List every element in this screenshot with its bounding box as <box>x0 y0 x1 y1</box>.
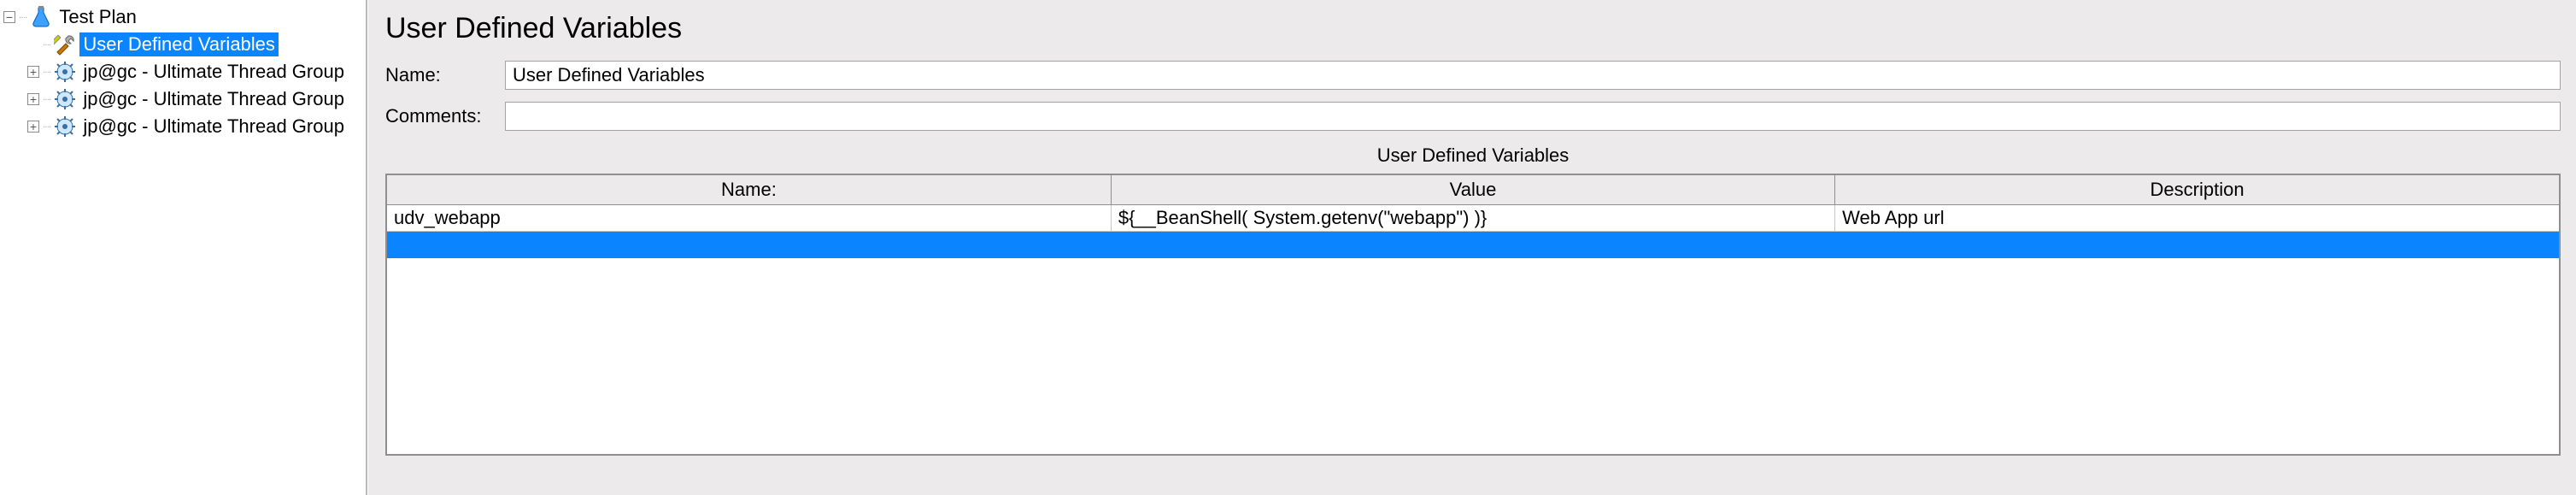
table-row[interactable]: udv_webapp${__BeanShell( System.getenv("… <box>387 204 2559 231</box>
collapse-icon[interactable]: − <box>3 11 15 23</box>
table-row-selected-empty[interactable] <box>387 231 2559 257</box>
name-input[interactable] <box>505 61 2561 90</box>
tree-root-row[interactable]: − ···· Test Plan <box>0 3 366 31</box>
tree-item-0[interactable]: ···· User Defined Variables <box>0 31 366 58</box>
tree-item-label: jp@gc - Ultimate Thread Group <box>79 60 348 84</box>
col-header-value[interactable]: Value <box>1111 175 1834 204</box>
gear-icon <box>54 115 76 138</box>
cell-empty[interactable] <box>1835 231 2559 257</box>
cell-desc[interactable]: Web App url <box>1835 204 2559 231</box>
page-title: User Defined Variables <box>385 12 2561 45</box>
main-panel: User Defined Variables Name: Comments: U… <box>367 0 2576 495</box>
variables-table[interactable]: Name: Value Description udv_webapp${__Be… <box>387 175 2559 258</box>
tree-connector: ···· <box>43 95 50 104</box>
variables-table-container: Name: Value Description udv_webapp${__Be… <box>385 174 2561 456</box>
section-caption: User Defined Variables <box>385 144 2561 167</box>
tree-item-label: jp@gc - Ultimate Thread Group <box>79 115 348 138</box>
comments-label: Comments: <box>385 105 505 127</box>
table-header-row: Name: Value Description <box>387 175 2559 204</box>
col-header-desc[interactable]: Description <box>1835 175 2559 204</box>
tree-panel: − ···· Test Plan ···· User Defined Variab… <box>0 0 367 495</box>
flask-icon <box>30 6 52 28</box>
tree-connector: ···· <box>43 68 50 77</box>
app-root: − ···· Test Plan ···· User Defined Variab… <box>0 0 2576 495</box>
tree-connector: ···· <box>19 13 26 22</box>
tree-connector: ···· <box>43 122 50 132</box>
name-label: Name: <box>385 64 505 86</box>
col-header-name[interactable]: Name: <box>387 175 1111 204</box>
comments-row: Comments: <box>385 102 2561 131</box>
tree-item-2[interactable]: + ···· jp@gc - Ultimate Thread Group <box>0 85 366 113</box>
tree-children: ···· User Defined Variables + ···· jp@gc - U… <box>0 31 366 140</box>
expand-icon[interactable]: + <box>27 66 39 78</box>
tree-item-1[interactable]: + ···· jp@gc - Ultimate Thread Group <box>0 58 366 85</box>
cell-empty[interactable] <box>1111 231 1834 257</box>
cell-name[interactable]: udv_webapp <box>387 204 1111 231</box>
tree-item-label: User Defined Variables <box>79 32 279 56</box>
comments-input[interactable] <box>505 102 2561 131</box>
gear-icon <box>54 88 76 110</box>
tree-item-3[interactable]: + ···· jp@gc - Ultimate Thread Group <box>0 113 366 140</box>
tree-connector: ···· <box>43 40 50 50</box>
tree-root-label: Test Plan <box>56 5 140 29</box>
expand-icon[interactable]: + <box>27 121 39 133</box>
cell-value[interactable]: ${__BeanShell( System.getenv("webapp") )… <box>1111 204 1834 231</box>
tools-icon <box>54 33 76 56</box>
gear-icon <box>54 61 76 83</box>
cell-empty[interactable] <box>387 231 1111 257</box>
name-row: Name: <box>385 61 2561 90</box>
tree-item-label: jp@gc - Ultimate Thread Group <box>79 87 348 111</box>
expand-icon[interactable]: + <box>27 93 39 105</box>
tree-spacer <box>27 38 39 50</box>
